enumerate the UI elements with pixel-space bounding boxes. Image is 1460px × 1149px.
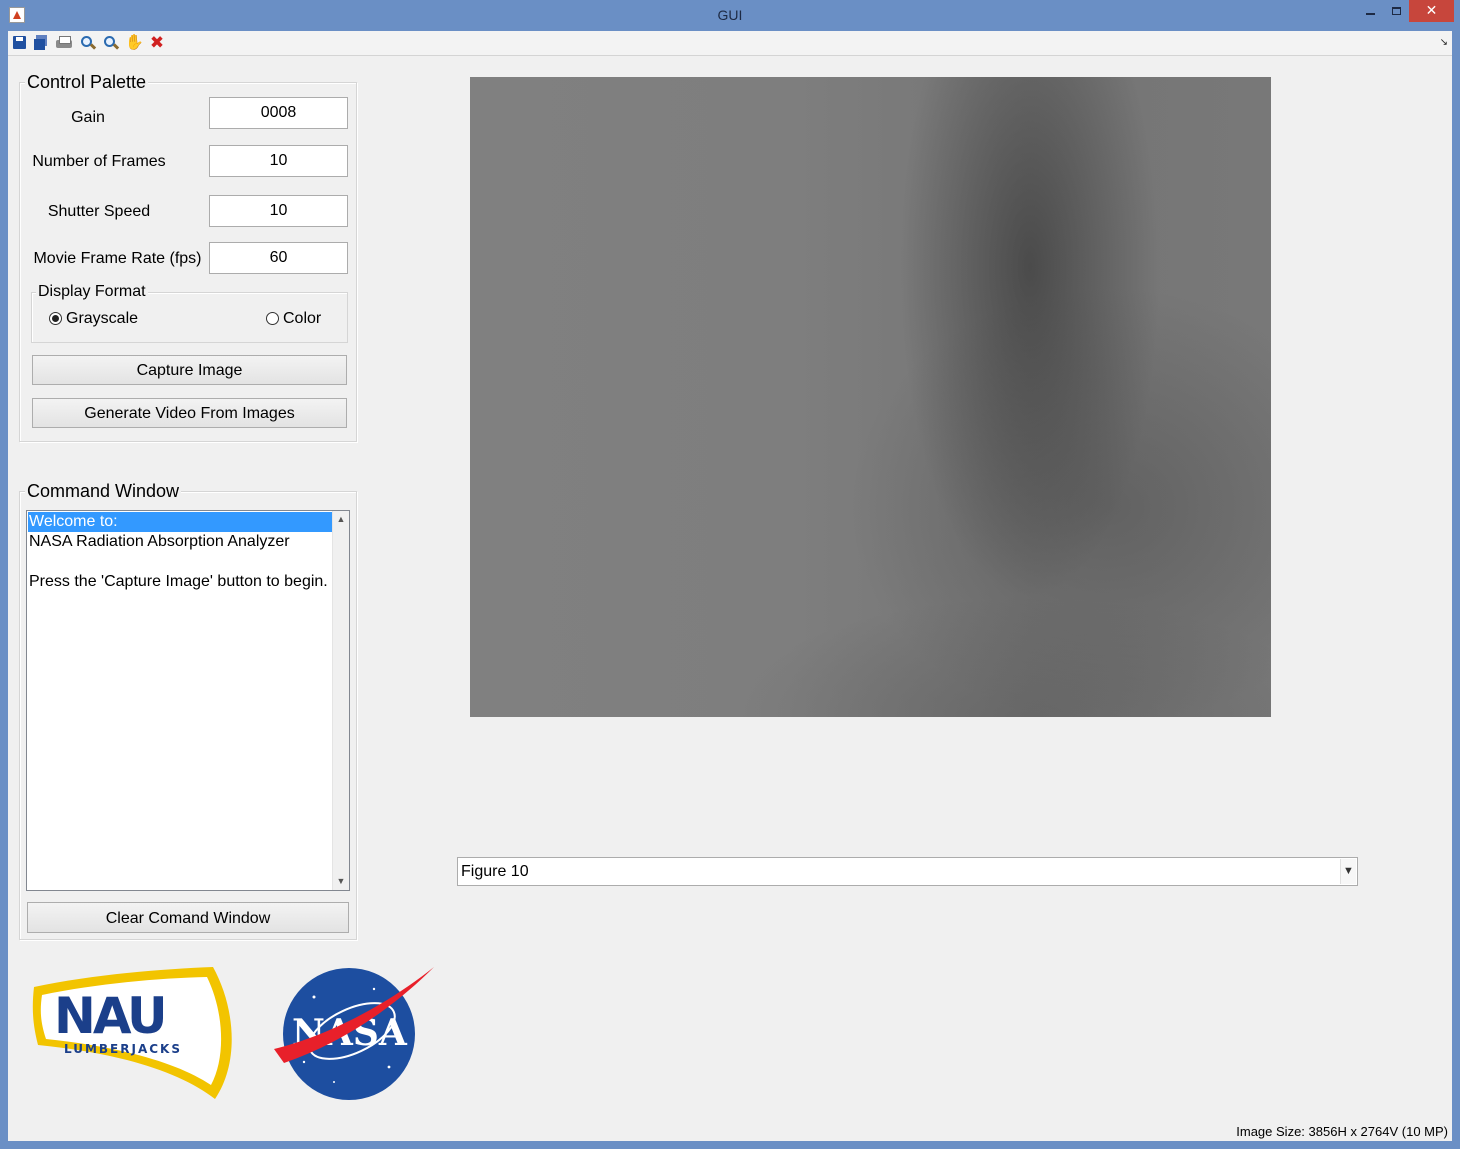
star-shape: [333, 1081, 335, 1083]
grayscale-radio-label[interactable]: Grayscale: [66, 310, 138, 328]
minimize-icon: [1365, 13, 1375, 16]
list-item[interactable]: NASA Radiation Absorption Analyzer: [28, 532, 332, 552]
list-item[interactable]: Press the 'Capture Image' button to begi…: [28, 572, 332, 592]
command-window-title: Command Window: [25, 481, 182, 501]
color-radio-label[interactable]: Color: [283, 310, 321, 328]
list-item[interactable]: [28, 552, 332, 572]
capture-image-button[interactable]: Capture Image: [32, 355, 347, 385]
magnifier-handle-shape: [89, 43, 97, 50]
scroll-up-icon[interactable]: ▲: [333, 511, 349, 528]
gain-input[interactable]: 0008: [209, 97, 348, 129]
framerate-input[interactable]: 60: [209, 242, 348, 274]
image-size-status: Image Size: 3856H x 2764V (10 MP): [1236, 1124, 1448, 1139]
generate-video-button[interactable]: Generate Video From Images: [32, 398, 347, 428]
grayscale-radio[interactable]: [49, 312, 62, 325]
star-shape: [372, 987, 376, 991]
shutter-input[interactable]: 10: [209, 195, 348, 227]
clear-command-window-button[interactable]: Clear Comand Window: [27, 902, 349, 933]
delete-icon[interactable]: ✖: [148, 34, 166, 52]
star-shape: [312, 995, 316, 999]
star-shape: [302, 1060, 306, 1064]
save-all-icon[interactable]: [33, 34, 51, 52]
maximize-icon: [1391, 7, 1401, 16]
maximize-button[interactable]: [1383, 0, 1409, 22]
zoom-in-icon[interactable]: [79, 34, 97, 52]
save-icon[interactable]: [11, 34, 29, 52]
list-item[interactable]: Welcome to:: [28, 512, 332, 532]
command-output-list[interactable]: Welcome to: NASA Radiation Absorption An…: [26, 510, 350, 891]
control-palette-panel: Control Palette Gain 0008 Number of Fram…: [19, 72, 357, 442]
gain-label: Gain: [71, 109, 105, 126]
zoom-out-icon[interactable]: [102, 34, 120, 52]
color-radio[interactable]: [266, 312, 279, 325]
nau-subtitle: LUMBERJACKS: [64, 1042, 182, 1056]
figure-select-value: Figure 10: [461, 863, 529, 880]
dock-icon[interactable]: ↘: [1440, 37, 1448, 48]
figure-select-dropdown[interactable]: Figure 10 ▼: [457, 857, 1358, 886]
shutter-label: Shutter Speed: [47, 203, 151, 220]
display-format-title: Display Format: [36, 283, 148, 301]
minimize-button[interactable]: [1357, 0, 1383, 22]
command-window-panel: Command Window Welcome to: NASA Radiatio…: [19, 481, 357, 940]
vertical-scrollbar[interactable]: ▲ ▼: [332, 511, 349, 890]
chevron-down-icon[interactable]: ▼: [1340, 859, 1356, 884]
pan-icon[interactable]: ✋: [125, 34, 144, 52]
window-title: GUI: [717, 7, 743, 23]
display-format-panel: Display Format Grayscale Color: [31, 283, 348, 343]
frames-input[interactable]: 10: [209, 145, 348, 177]
close-icon: ✕: [1425, 2, 1438, 18]
frames-label: Number of Frames: [32, 153, 166, 170]
close-button[interactable]: ✕: [1409, 0, 1454, 22]
nasa-meatball-logo: NASA: [274, 967, 434, 1100]
title-bar: GUI ✕: [0, 0, 1460, 31]
control-palette-title: Control Palette: [25, 72, 149, 92]
captured-image-display[interactable]: [470, 77, 1271, 717]
scroll-down-icon[interactable]: ▼: [333, 873, 349, 890]
magnifier-handle-shape: [112, 43, 120, 50]
nau-lumberjacks-logo: NAU LUMBERJACKS: [32, 967, 232, 1099]
nau-wordmark: NAU: [54, 987, 165, 1045]
framerate-label: Movie Frame Rate (fps): [33, 250, 202, 267]
star-shape: [387, 1065, 391, 1069]
print-icon[interactable]: [55, 34, 73, 52]
window-client-area: ✋ ✖ ↘ Control Palette Gain 0008 Number o…: [8, 31, 1452, 1141]
figure-toolbar: ✋ ✖ ↘: [8, 31, 1452, 56]
